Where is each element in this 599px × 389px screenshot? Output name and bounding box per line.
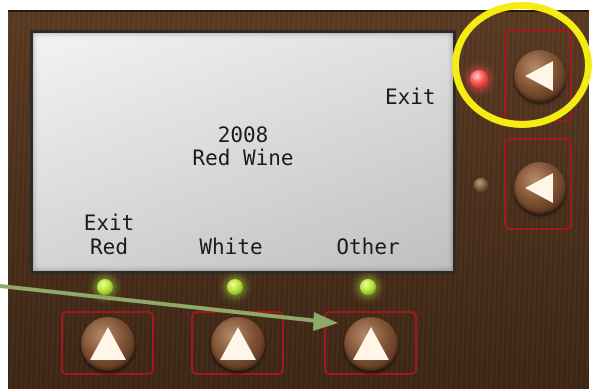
softkey-label-white: White xyxy=(199,235,263,259)
up-triangle-icon xyxy=(220,327,256,360)
other-button-knob[interactable] xyxy=(344,317,398,371)
wine-type: Red Wine xyxy=(192,146,294,170)
up-triangle-icon xyxy=(353,327,389,360)
exit-side-label: Exit xyxy=(385,85,436,109)
up-triangle-icon xyxy=(90,327,126,360)
softkey-label-other: Other xyxy=(336,235,400,259)
side-led-off xyxy=(474,178,488,192)
side-button-2[interactable] xyxy=(504,138,572,230)
led-other xyxy=(360,279,376,295)
exit-red-button[interactable] xyxy=(61,311,154,375)
exit-red-button-knob[interactable] xyxy=(81,317,135,371)
left-triangle-icon xyxy=(525,173,553,203)
highlight-circle xyxy=(452,2,592,128)
white-button-knob[interactable] xyxy=(211,317,265,371)
side-button-2-knob[interactable] xyxy=(514,162,566,214)
softkey-label-exit-red: Exit Red xyxy=(83,211,135,259)
led-white xyxy=(227,279,243,295)
lcd-display: Exit 2008 Red Wine Exit Red White Other xyxy=(30,30,456,274)
other-button[interactable] xyxy=(324,311,417,375)
white-button[interactable] xyxy=(191,311,284,375)
led-exit-red xyxy=(97,279,113,295)
vintage-year: 2008 xyxy=(217,123,269,147)
